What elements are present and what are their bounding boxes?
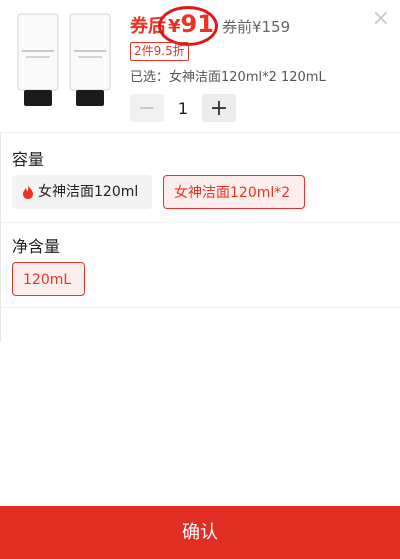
close-icon[interactable]: × (372, 8, 390, 30)
net-content-option-label: 120mL (23, 272, 72, 288)
capacity-option-label: 女神洁面120ml (38, 184, 139, 200)
divider (0, 132, 400, 133)
increase-button[interactable]: + (202, 94, 236, 122)
capacity-title: 容量 (12, 150, 45, 169)
capacity-option-120ml[interactable]: 女神洁面120ml (12, 175, 152, 209)
confirm-button[interactable]: 确认 (0, 506, 400, 559)
product-image (17, 13, 111, 106)
quantity-value[interactable]: 1 (164, 99, 202, 118)
coupon-price: ¥91 (158, 6, 218, 46)
decrease-button[interactable]: − (130, 94, 164, 122)
panel-edge (0, 132, 1, 342)
tube-left-icon (17, 13, 59, 106)
divider (0, 307, 400, 308)
price-row: 券后 ¥91 券前¥159 (130, 6, 291, 46)
capacity-option-label: 女神洁面120ml*2 (174, 185, 291, 201)
tube-right-icon (69, 13, 111, 106)
net-content-option-120ml[interactable]: 120mL (12, 262, 85, 296)
circle-annotation (158, 6, 218, 46)
fire-icon (23, 185, 33, 199)
selected-spec-text: 已选：女神洁面120ml*2 120mL (130, 70, 326, 85)
discount-badge: 2件9.5折 (130, 42, 189, 61)
quantity-stepper: − 1 + (130, 94, 236, 122)
original-price: 券前¥159 (221, 18, 291, 36)
net-content-title: 净含量 (12, 237, 61, 256)
capacity-option-120ml-x2[interactable]: 女神洁面120ml*2 (163, 175, 305, 209)
divider (0, 222, 400, 223)
